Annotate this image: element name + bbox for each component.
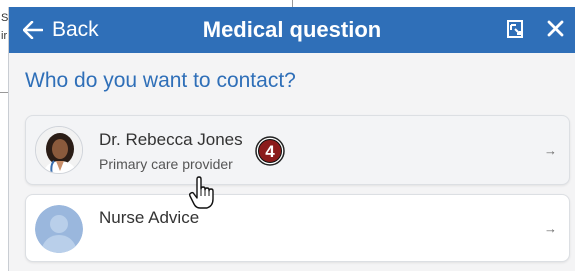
close-icon[interactable]	[547, 20, 564, 42]
generic-person-avatar-icon	[35, 205, 83, 253]
contact-name: Nurse Advice	[99, 208, 200, 227]
provider-photo-icon	[35, 126, 83, 174]
dialog-title: Medical question	[202, 17, 382, 42]
contact-option-provider[interactable]: Dr. Rebecca Jones Primary care provider …	[25, 115, 570, 185]
dialog-header: Back Medical question	[9, 7, 575, 53]
arrow-right-icon: →	[544, 221, 557, 236]
contact-question-heading: Who do you want to contact?	[25, 69, 296, 92]
step-number: 4	[265, 142, 275, 161]
step-number-badge: 4	[255, 136, 285, 166]
contact-role: Primary care provider	[99, 156, 233, 172]
hand-pointer-icon	[188, 176, 216, 210]
medical-question-dialog: Back Medical question Who do you want to…	[8, 7, 575, 271]
background-text: ir	[1, 30, 8, 42]
popout-icon[interactable]	[505, 19, 525, 44]
contact-name: Dr. Rebecca Jones	[99, 130, 243, 149]
arrow-right-icon: →	[544, 143, 557, 158]
contact-option-nurse-advice[interactable]: Nurse Advice →	[25, 194, 570, 262]
